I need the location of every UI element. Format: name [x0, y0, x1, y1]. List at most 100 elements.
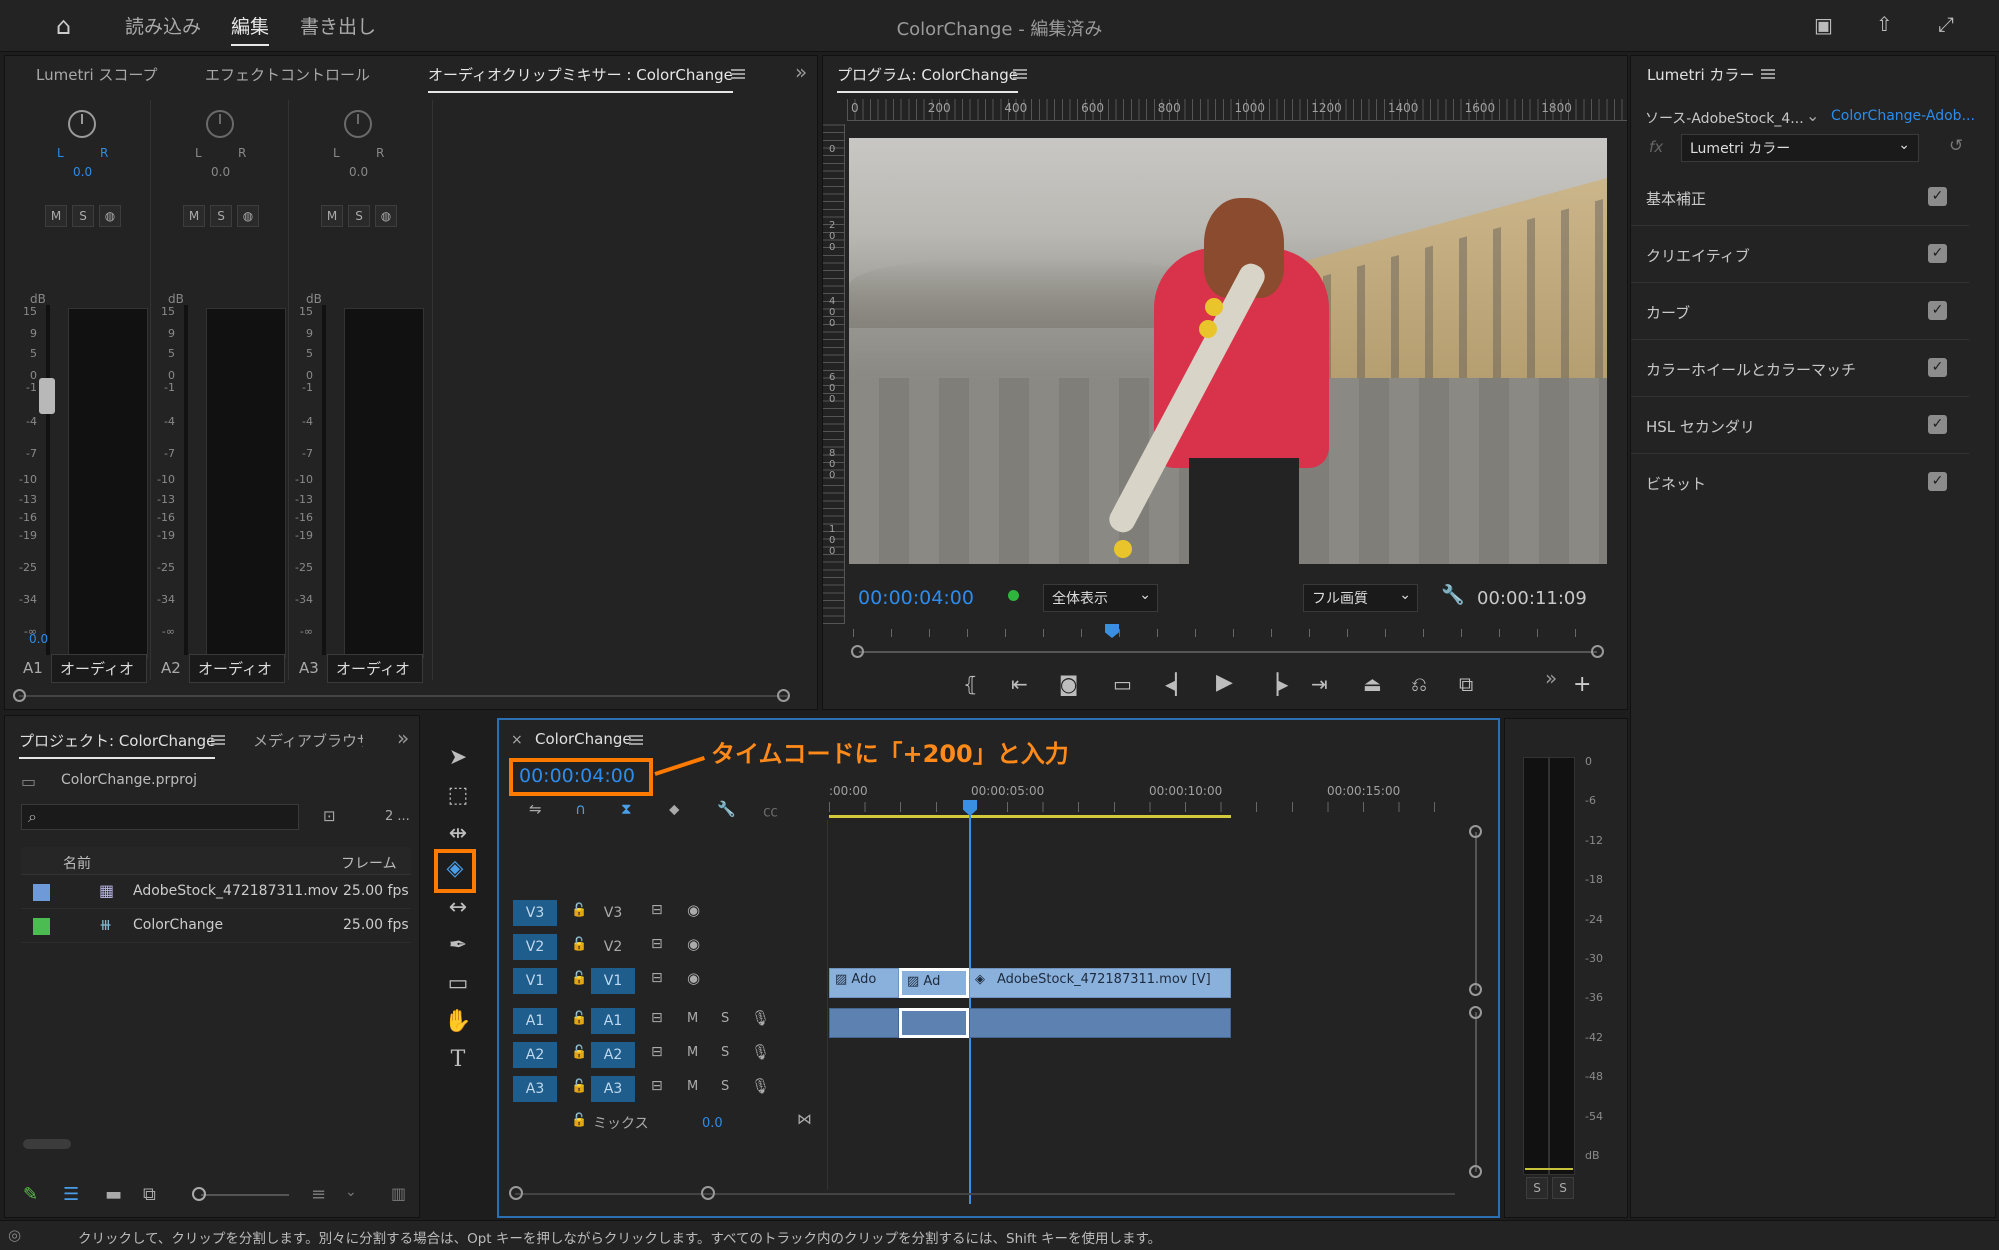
playhead-timecode[interactable]: 00:00:04:00	[858, 587, 974, 609]
lift-icon[interactable]: ⏏	[1363, 672, 1382, 696]
fullscreen-icon[interactable]: ⤢	[1938, 12, 1954, 36]
tab-audio-clip-mixer[interactable]: オーディオクリップミキサー : ColorChange	[428, 64, 733, 93]
search-input[interactable]: ⌕	[21, 804, 299, 830]
lock-icon[interactable]: 🔓	[571, 971, 587, 986]
track-target-v1[interactable]: V1	[591, 968, 635, 994]
enable-checkbox[interactable]: ✓	[1928, 358, 1947, 377]
solo-button[interactable]: S	[210, 205, 232, 227]
pencil-icon[interactable]: ✎	[23, 1184, 38, 1205]
mute-button[interactable]: M	[45, 205, 67, 227]
wrench-icon[interactable]: 🔧	[717, 800, 736, 818]
share-icon[interactable]: ⇧	[1876, 12, 1893, 36]
lock-icon[interactable]: 🔓	[571, 937, 587, 952]
lock-icon[interactable]: 🔓	[571, 1045, 587, 1060]
record-button[interactable]: ◍	[237, 205, 259, 227]
mute-track-button[interactable]: M	[687, 1045, 698, 1060]
freeform-view-icon[interactable]: ⧉	[143, 1184, 156, 1205]
tab-lumetri-scopes[interactable]: Lumetri スコープ	[36, 64, 158, 85]
wrench-icon[interactable]: 🔧	[1441, 583, 1465, 606]
pan-knob[interactable]	[344, 110, 372, 138]
scroll-handle-left[interactable]	[13, 689, 26, 702]
section-color-wheels[interactable]: カラーホイールとカラーマッチ ✓	[1631, 340, 1969, 397]
pen-tool-icon[interactable]: ✒	[438, 933, 478, 958]
sequence-tab[interactable]: ColorChange	[535, 730, 632, 754]
volume-fader[interactable]	[39, 378, 55, 414]
solo-track-button[interactable]: S	[721, 1079, 729, 1094]
extract-icon[interactable]: ⎌	[1411, 672, 1427, 696]
scroll-handle-left[interactable]	[851, 645, 864, 658]
add-button-icon[interactable]: +	[1573, 672, 1591, 697]
pan-knob[interactable]	[206, 110, 234, 138]
lock-icon[interactable]: 🔓	[571, 1011, 587, 1026]
scroll-handle-right[interactable]	[777, 689, 790, 702]
scroll-handle[interactable]	[1469, 825, 1482, 838]
horizontal-scrollbar[interactable]	[23, 1139, 71, 1149]
close-icon[interactable]: ×	[511, 732, 523, 748]
label-color-swatch[interactable]	[33, 884, 50, 901]
work-area-bar[interactable]	[829, 815, 1231, 818]
audio-clip[interactable]	[969, 1008, 1231, 1038]
type-tool-icon[interactable]: T	[438, 1047, 478, 1072]
label-color-swatch[interactable]	[33, 918, 50, 935]
quality-select[interactable]: フル画質 ⌄	[1303, 584, 1418, 612]
source-patch-a3[interactable]: A3	[513, 1076, 557, 1102]
compare-icon[interactable]: ⧉	[1459, 672, 1473, 696]
microphone-icon[interactable]: 🎙	[751, 1077, 770, 1095]
table-row[interactable]: ▦ AdobeStock_472187311.mov 25.00 fps	[21, 875, 411, 909]
microphone-icon[interactable]: 🎙	[751, 1043, 770, 1061]
zoom-handle-right[interactable]	[701, 1186, 715, 1200]
column-framerate[interactable]: フレーム	[341, 853, 397, 873]
eye-icon[interactable]: ◉	[687, 969, 700, 987]
scroll-handle[interactable]	[1469, 1165, 1482, 1178]
captions-icon[interactable]: ㏄	[763, 800, 778, 821]
quick-export-icon[interactable]: ▣	[1814, 13, 1833, 37]
pan-knob[interactable]	[68, 110, 96, 138]
sync-lock-icon[interactable]: ⊟	[651, 1078, 663, 1094]
source-patch-v3[interactable]: V3	[513, 900, 557, 926]
pan-value[interactable]: 0.0	[349, 165, 368, 179]
effect-select[interactable]: Lumetri カラー ⌄	[1681, 134, 1919, 162]
scrub-bar[interactable]	[859, 651, 1597, 653]
mute-button[interactable]: M	[183, 205, 205, 227]
sync-lock-icon[interactable]: ⊟	[651, 1010, 663, 1026]
section-vignette[interactable]: ビネット ✓	[1631, 454, 1969, 511]
section-hsl[interactable]: HSL セカンダリ ✓	[1631, 397, 1969, 454]
lumetri-title[interactable]: Lumetri カラー	[1647, 64, 1754, 85]
enable-checkbox[interactable]: ✓	[1928, 301, 1947, 320]
channel-name-a3[interactable]: オーディオ	[327, 654, 423, 683]
vertical-scrollbar-video[interactable]	[1475, 832, 1477, 990]
lock-icon[interactable]: 🔓	[571, 1079, 587, 1094]
source-patch-a2[interactable]: A2	[513, 1042, 557, 1068]
section-curves[interactable]: カーブ ✓	[1631, 283, 1969, 340]
scroll-handle-right[interactable]	[1591, 645, 1604, 658]
track-target-v2[interactable]: V2	[591, 934, 635, 960]
solo-left-button[interactable]: S	[1526, 1177, 1548, 1199]
find-icon[interactable]: ⊡	[323, 807, 336, 825]
step-forward-icon[interactable]: ▕▸	[1263, 672, 1288, 696]
horizontal-scrollbar[interactable]	[19, 695, 789, 697]
sync-lock-icon[interactable]: ⊟	[651, 936, 663, 952]
chevron-down-icon[interactable]: ⌄	[1806, 106, 1819, 125]
rectangle-tool-icon[interactable]: ▭	[438, 971, 478, 996]
chevron-down-icon[interactable]: ⌄	[345, 1184, 357, 1200]
mute-track-button[interactable]: M	[687, 1011, 698, 1026]
lock-icon[interactable]: 🔓	[571, 1113, 587, 1128]
export-frame-icon[interactable]: ◙	[1059, 672, 1078, 696]
selection-tool-icon[interactable]: ➤	[438, 745, 478, 770]
panel-overflow-icon[interactable]: »	[397, 726, 409, 750]
enable-checkbox[interactable]: ✓	[1928, 472, 1947, 491]
audio-clip-selected[interactable]	[899, 1008, 969, 1038]
video-clip[interactable]: ▨ Ado	[829, 968, 899, 998]
pan-value[interactable]: 0.0	[211, 165, 230, 179]
insert-nest-icon[interactable]: ⇋	[529, 800, 542, 818]
microphone-icon[interactable]: 🎙	[751, 1009, 770, 1027]
track-target-a2[interactable]: A2	[591, 1042, 635, 1068]
track-target-a1[interactable]: A1	[591, 1008, 635, 1034]
add-marker-icon[interactable]: ⬥	[669, 800, 680, 818]
go-to-in-icon[interactable]: ⇤	[1011, 672, 1028, 696]
table-row[interactable]: ⧻ ColorChange 25.00 fps	[21, 909, 411, 943]
vertical-scrollbar-audio[interactable]	[1475, 1012, 1477, 1172]
zoom-select[interactable]: 全体表示 ⌄	[1043, 584, 1158, 612]
ripple-edit-tool-icon[interactable]: ⇹	[438, 821, 478, 846]
source-patch-a1[interactable]: A1	[513, 1008, 557, 1034]
